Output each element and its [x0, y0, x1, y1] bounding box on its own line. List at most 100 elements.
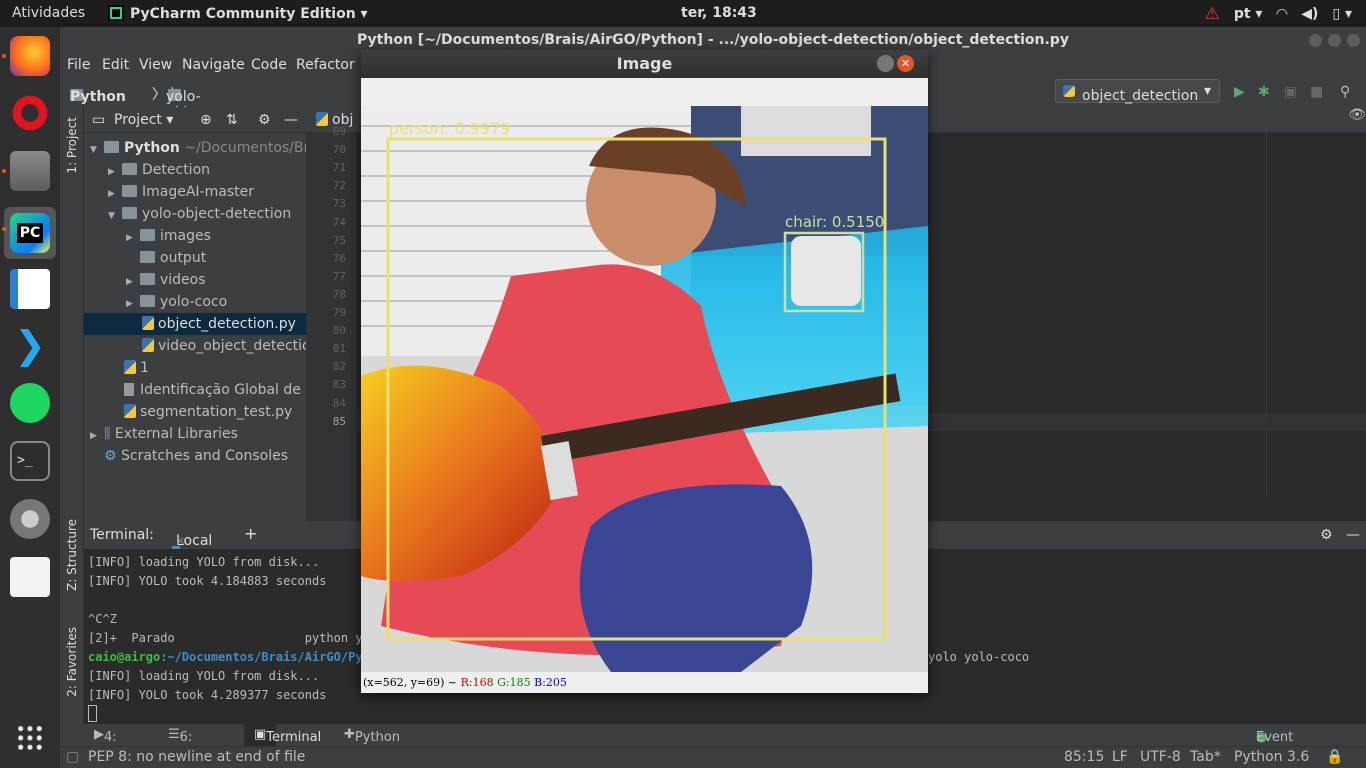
tree-item-yolo-coco[interactable]: ▶ yolo-coco: [84, 291, 306, 313]
vscode-icon[interactable]: ❯: [10, 325, 50, 365]
breadcrumb-root-label: Python: [70, 89, 126, 105]
lock-icon[interactable]: 🔒: [1326, 749, 1343, 765]
tab-local[interactable]: Local ×: [172, 521, 212, 549]
terminal-output[interactable]: [INFO] loading YOLO from disk... [INFO] …: [88, 553, 1029, 724]
coverage-icon[interactable]: ▣: [1284, 84, 1297, 100]
run-icon[interactable]: ▶: [1234, 84, 1245, 100]
tab-python-console[interactable]: ✚ Python Console: [344, 727, 407, 760]
running-indicator: [2, 227, 6, 231]
document-viewer-icon[interactable]: [10, 269, 50, 309]
menu-edit[interactable]: Edit: [102, 57, 129, 73]
tree-item-videos[interactable]: ▶ videos: [84, 269, 306, 291]
add-terminal-icon[interactable]: +: [244, 524, 257, 543]
spotify-icon[interactable]: [10, 383, 50, 423]
tree-item-object-detection-py[interactable]: object_detection.py: [84, 313, 306, 335]
tab-run[interactable]: ▶ 4: Run: [94, 727, 129, 760]
breadcrumb-folder[interactable]: 〉yolo-object-detection 〉: [152, 84, 232, 137]
maximize-button[interactable]: [1328, 34, 1341, 47]
tab-structure[interactable]: Z: Structure: [65, 519, 79, 591]
settings-icon[interactable]: [10, 499, 50, 539]
expanded-arrow-icon: ▼: [90, 145, 97, 155]
files-icon[interactable]: [10, 151, 50, 191]
firefox-icon[interactable]: [10, 36, 50, 76]
activities-button[interactable]: Atividades: [12, 5, 85, 21]
project-view-select[interactable]: Project ▾: [114, 112, 173, 128]
tree-item-yolo-object-detection[interactable]: ▼ yolo-object-detection: [84, 203, 306, 225]
locate-icon[interactable]: ⊕: [200, 107, 212, 133]
tree-item-video-object-detection[interactable]: video_object_detectio: [84, 335, 306, 357]
tree-item-output[interactable]: output: [84, 247, 306, 269]
menu-file[interactable]: File: [67, 57, 90, 73]
folder-icon: [140, 229, 155, 241]
debug-icon[interactable]: ✱: [1258, 84, 1270, 100]
indent-setting[interactable]: Tab*: [1190, 749, 1221, 765]
tree-item-identificacao[interactable]: Identificação Global de F: [84, 379, 306, 401]
language-indicator[interactable]: pt ▾: [1234, 6, 1263, 22]
tree-item-external-libraries[interactable]: ▶ ⫼ External Libraries: [84, 423, 306, 445]
image-window[interactable]: Image ✕ person: 0.9979 chair: 0.5150 (x=…: [361, 50, 928, 693]
app-menu[interactable]: PyCharm Community Edition ▾: [108, 5, 368, 22]
tree-item-segmentation-test[interactable]: segmentation_test.py: [84, 401, 306, 423]
wifi-icon[interactable]: ◠: [1276, 6, 1287, 22]
tree-item-detection[interactable]: ▶ Detection: [84, 159, 306, 181]
line-number: 80: [332, 324, 346, 338]
tree-item-images[interactable]: ▶ images: [84, 225, 306, 247]
run-configuration-select[interactable]: object_detection ▾: [1055, 79, 1220, 104]
hide-icon[interactable]: —: [284, 107, 298, 133]
terminal-icon[interactable]: >_: [10, 441, 50, 481]
warning-icon[interactable]: ⚠: [1205, 4, 1220, 24]
close-button[interactable]: [1347, 34, 1360, 47]
menu-refactor[interactable]: Refactor: [296, 57, 355, 73]
close-button[interactable]: ✕: [897, 55, 914, 72]
app-menu-label: PyCharm Community Edition ▾: [130, 6, 368, 22]
search-icon[interactable]: ⚲: [1340, 84, 1350, 100]
tab-todo[interactable]: ☰ 6: TODO: [168, 727, 218, 760]
line-separator[interactable]: LF: [1112, 749, 1128, 765]
tree-item-scratches[interactable]: ⚙ Scratches and Consoles: [84, 445, 306, 467]
opera-icon[interactable]: [10, 93, 50, 133]
pycharm-icon[interactable]: PC: [10, 213, 50, 253]
caret-position[interactable]: 85:15: [1064, 749, 1104, 765]
app-grid-icon[interactable]: [16, 724, 44, 752]
menu-navigate[interactable]: Navigate: [182, 57, 245, 73]
tab-terminal[interactable]: ▣ Terminal: [244, 724, 321, 746]
status-toggle-icon[interactable]: ▢: [66, 749, 79, 765]
line-number: 73: [332, 197, 346, 211]
minimize-button[interactable]: [877, 55, 894, 72]
chair: [791, 236, 861, 306]
menu-view[interactable]: View: [139, 57, 172, 73]
menu-code[interactable]: Code: [251, 57, 287, 73]
eye-icon[interactable]: 👁: [1348, 107, 1366, 123]
python-interpreter[interactable]: Python 3.6: [1234, 749, 1309, 765]
minimize-button[interactable]: [1309, 34, 1322, 47]
line-number: 70: [332, 143, 346, 157]
collapse-icon[interactable]: ⇅: [226, 107, 238, 133]
close-icon[interactable]: ×: [176, 527, 185, 555]
detection-photo: person: 0.9979 chair: 0.5150: [361, 106, 928, 672]
status-message[interactable]: PEP 8: no newline at end of file: [88, 749, 305, 765]
collapsed-arrow-icon: ▶: [108, 189, 115, 199]
line-number: 75: [332, 233, 346, 247]
tab-favorites[interactable]: 2: Favorites: [65, 627, 79, 697]
line-number: 76: [332, 251, 346, 265]
clock[interactable]: ter, 18:43: [681, 5, 757, 21]
tree-item-label: Identificação Global de F: [140, 382, 306, 398]
volume-icon[interactable]: ◀): [1301, 6, 1318, 22]
tree-item-label: videos: [160, 272, 206, 288]
hide-icon[interactable]: —: [1346, 527, 1360, 543]
system-tray[interactable]: ⚠ pt ▾ ◠ ◀) ▯ ▾: [1205, 4, 1352, 24]
running-indicator: [2, 54, 6, 58]
tab-project[interactable]: 1: Project: [65, 117, 79, 174]
stop-icon[interactable]: ■: [1310, 84, 1323, 100]
software-updater-icon[interactable]: [10, 557, 50, 597]
scratch-icon: ⚙: [104, 448, 122, 464]
python-file-icon: [142, 338, 154, 352]
file-encoding[interactable]: UTF-8: [1140, 749, 1181, 765]
gear-icon[interactable]: ⚙: [1320, 527, 1333, 543]
python-file-icon: [142, 316, 154, 330]
battery-icon[interactable]: ▯ ▾: [1332, 6, 1352, 22]
tree-item-python[interactable]: ▼ Python ~/Documentos/Bra: [84, 137, 306, 159]
tree-item-1[interactable]: 1: [84, 357, 306, 379]
gear-icon[interactable]: ⚙: [258, 107, 271, 133]
tree-item-imageai[interactable]: ▶ ImageAI-master: [84, 181, 306, 203]
